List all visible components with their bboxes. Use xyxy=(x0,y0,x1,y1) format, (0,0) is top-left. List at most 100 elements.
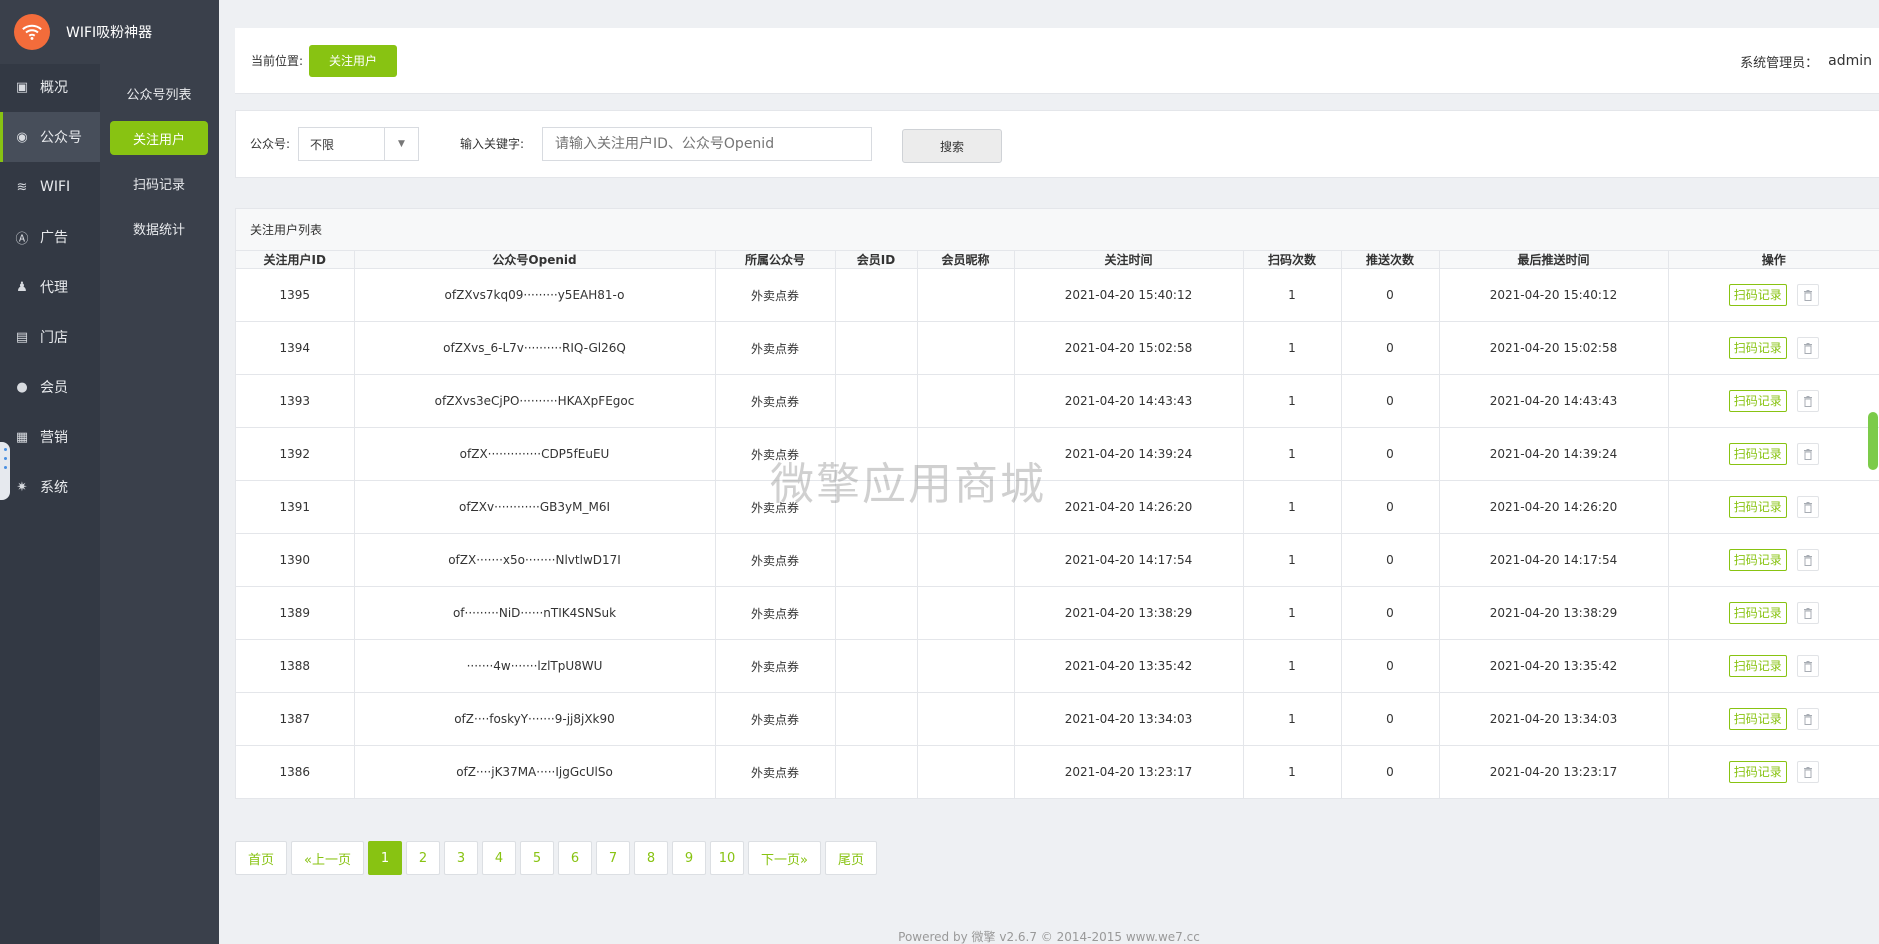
main-sidebar: ▣ 概况 ◉ 公众号 ≋ WIFI Ⓐ 广告 ♟ 代理 ▤ 门店 ● 会员 ▦ 营销 ✷ 系统 xyxy=(0,0,100,944)
trash-icon[interactable] xyxy=(1796,443,1819,465)
scan-record-button[interactable]: 扫码记录 xyxy=(1728,549,1787,571)
trash-icon[interactable] xyxy=(1796,549,1819,571)
scan-record-button[interactable]: 扫码记录 xyxy=(1728,390,1787,412)
cell-actions: 扫码记录 xyxy=(1668,745,1879,799)
breadcrumb-current[interactable]: 关注用户 xyxy=(309,44,398,77)
cell-id: 1394 xyxy=(236,321,355,375)
page-last-button[interactable]: 尾页 xyxy=(824,841,877,875)
scan-record-button[interactable]: 扫码记录 xyxy=(1728,337,1787,359)
cell-actions: 扫码记录 xyxy=(1668,427,1879,481)
table-row: 1388 ·······4w·······lzlTpU8WU 外卖点券 2021-04… xyxy=(236,639,1879,693)
trash-icon[interactable] xyxy=(1796,655,1819,677)
page-number-button[interactable]: 1 xyxy=(367,841,402,875)
account-filter-label: 公众号: xyxy=(250,137,291,151)
cell-push: 0 xyxy=(1341,586,1440,640)
cell-openid: ofZ····jK37MA·····IjgGcUlSo xyxy=(354,745,716,799)
table-row: 1389 of·········NiD······nTIK4SNSuk 外卖点券 20… xyxy=(236,586,1879,640)
cell-member-id xyxy=(835,586,918,640)
sub-sidebar: 公众号列表关注用户扫码记录数据统计 xyxy=(100,64,219,944)
keyword-input[interactable] xyxy=(542,127,872,161)
trash-icon[interactable] xyxy=(1796,708,1819,730)
scan-record-button[interactable]: 扫码记录 xyxy=(1728,496,1787,518)
subnav-item-1[interactable]: 关注用户 xyxy=(110,121,208,155)
breadcrumb-label: 当前位置: xyxy=(251,54,304,68)
scan-record-button[interactable]: 扫码记录 xyxy=(1728,761,1787,783)
cell-push: 0 xyxy=(1341,480,1440,534)
nav-item-6[interactable]: ● 会员 xyxy=(0,362,100,412)
nav-item-5[interactable]: ▤ 门店 xyxy=(0,312,100,362)
scan-record-button[interactable]: 扫码记录 xyxy=(1728,655,1787,677)
column-header: 会员昵称 xyxy=(917,251,1015,269)
page-next-button[interactable]: 下一页» xyxy=(747,841,821,875)
nav-item-label: 门店 xyxy=(40,330,68,346)
page-number-button[interactable]: 10 xyxy=(709,841,744,875)
cell-id: 1390 xyxy=(236,533,355,587)
subnav-item-0[interactable]: 公众号列表 xyxy=(110,76,208,110)
cell-last-push: 2021-04-20 14:43:43 xyxy=(1439,374,1669,428)
cell-account: 外卖点券 xyxy=(715,321,836,375)
search-button[interactable]: 搜索 xyxy=(902,129,1002,163)
nav-item-4[interactable]: ♟ 代理 xyxy=(0,262,100,312)
cell-follow-time: 2021-04-20 15:02:58 xyxy=(1014,321,1244,375)
page-number-button[interactable]: 6 xyxy=(557,841,592,875)
main-content: 当前位置: 关注用户 系统管理员： admin 公众号: 不限 ▼ 输入关键字:… xyxy=(219,0,1879,944)
cell-member-id xyxy=(835,268,918,322)
page-number-button[interactable]: 7 xyxy=(595,841,630,875)
cell-scan: 1 xyxy=(1243,321,1342,375)
table-row: 1392 ofZX··············CDP5fEuEU 外卖点券 2021-… xyxy=(236,427,1879,481)
nav-item-0[interactable]: ▣ 概况 xyxy=(0,62,100,112)
page-number-button[interactable]: 3 xyxy=(443,841,478,875)
cell-push: 0 xyxy=(1341,268,1440,322)
column-header: 推送次数 xyxy=(1341,251,1440,269)
account-select[interactable]: 不限 ▼ xyxy=(298,127,419,161)
page-number-button[interactable]: 8 xyxy=(633,841,668,875)
nav-item-7[interactable]: ▦ 营销 xyxy=(0,412,100,462)
page-number-button[interactable]: 4 xyxy=(481,841,516,875)
nav-item-2[interactable]: ≋ WIFI xyxy=(0,162,100,212)
cell-follow-time: 2021-04-20 14:39:24 xyxy=(1014,427,1244,481)
trash-icon[interactable] xyxy=(1796,496,1819,518)
side-handle[interactable] xyxy=(0,442,10,500)
scan-record-button[interactable]: 扫码记录 xyxy=(1728,602,1787,624)
cell-account: 外卖点券 xyxy=(715,374,836,428)
cell-nickname xyxy=(917,427,1015,481)
cell-actions: 扫码记录 xyxy=(1668,586,1879,640)
subnav-item-3[interactable]: 数据统计 xyxy=(110,211,208,245)
page-prev-button[interactable]: «上一页 xyxy=(291,841,364,875)
trash-icon[interactable] xyxy=(1796,761,1819,783)
cell-scan: 1 xyxy=(1243,427,1342,481)
cell-push: 0 xyxy=(1341,639,1440,693)
nav-item-8[interactable]: ✷ 系统 xyxy=(0,462,100,512)
nav-item-1[interactable]: ◉ 公众号 xyxy=(0,112,100,162)
nav-item-3[interactable]: Ⓐ 广告 xyxy=(0,212,100,262)
cell-id: 1393 xyxy=(236,374,355,428)
trash-icon[interactable] xyxy=(1796,602,1819,624)
scrollbar-thumb[interactable] xyxy=(1868,412,1878,470)
cell-id: 1389 xyxy=(236,586,355,640)
trash-icon[interactable] xyxy=(1796,284,1819,306)
admin-label: 系统管理员： xyxy=(1740,55,1819,71)
subnav-item-2[interactable]: 扫码记录 xyxy=(110,166,208,200)
admin-info: 系统管理员： admin xyxy=(1740,28,1872,94)
wechat-icon: ◉ xyxy=(16,129,28,145)
trash-icon[interactable] xyxy=(1796,390,1819,412)
table-row: 1391 ofZXv············GB3yM_M6I 外卖点券 2021-0… xyxy=(236,480,1879,534)
cell-member-id xyxy=(835,427,918,481)
trash-icon[interactable] xyxy=(1796,337,1819,359)
page-number-button[interactable]: 2 xyxy=(405,841,440,875)
follower-list-panel: 关注用户列表 关注用户ID 公众号Openid 所属公众号 会员ID 会员昵称 关注时间扫… xyxy=(235,208,1879,799)
cell-scan: 1 xyxy=(1243,586,1342,640)
cell-scan: 1 xyxy=(1243,745,1342,799)
scan-record-button[interactable]: 扫码记录 xyxy=(1728,284,1787,306)
page-first-button[interactable]: 首页 xyxy=(235,841,288,875)
page-number-button[interactable]: 5 xyxy=(519,841,554,875)
page-number-button[interactable]: 9 xyxy=(671,841,706,875)
scan-record-button[interactable]: 扫码记录 xyxy=(1728,708,1787,730)
scan-record-button[interactable]: 扫码记录 xyxy=(1728,443,1787,465)
table-header-row: 关注用户ID 公众号Openid 所属公众号 会员ID 会员昵称 关注时间 扫码次数 推送次数… xyxy=(236,251,1879,269)
cell-nickname xyxy=(917,533,1015,587)
caret-down-icon[interactable]: ▼ xyxy=(384,128,418,160)
column-header: 操作 xyxy=(1668,251,1879,269)
cell-last-push: 2021-04-20 13:34:03 xyxy=(1439,692,1669,746)
admin-name[interactable]: admin xyxy=(1828,53,1872,69)
